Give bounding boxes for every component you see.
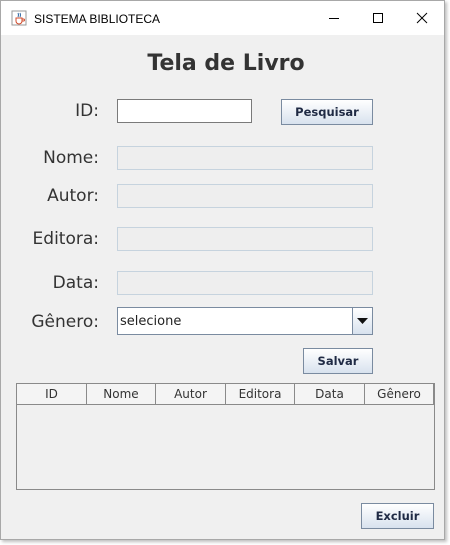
genero-select[interactable]: selecione: [117, 307, 373, 335]
nome-label: Nome:: [43, 148, 99, 168]
data-label: Data:: [52, 273, 99, 293]
page-title: Tela de Livro: [147, 51, 305, 76]
editora-input[interactable]: [117, 227, 373, 251]
main-window: SISTEMA BIBLIOTECA Tela de Livro ID: Pes…: [0, 0, 445, 540]
pesquisar-button[interactable]: Pesquisar: [281, 99, 373, 125]
excluir-button[interactable]: Excluir: [361, 503, 434, 529]
window-title: SISTEMA BIBLIOTECA: [34, 12, 161, 26]
minimize-icon: [329, 18, 339, 19]
id-input[interactable]: [117, 99, 252, 123]
chevron-down-icon: [357, 318, 368, 324]
table-header: ID Nome Autor Editora Data Gênero: [17, 384, 434, 405]
maximize-icon: [373, 13, 383, 23]
column-header-editora[interactable]: Editora: [226, 384, 295, 405]
genero-selected-value: selecione: [120, 314, 182, 329]
maximize-button[interactable]: [355, 1, 401, 35]
column-header-nome[interactable]: Nome: [87, 384, 156, 405]
editora-label: Editora:: [32, 229, 99, 249]
column-header-autor[interactable]: Autor: [156, 384, 226, 405]
title-bar[interactable]: SISTEMA BIBLIOTECA: [1, 1, 444, 35]
data-input[interactable]: [117, 271, 373, 295]
livros-table[interactable]: ID Nome Autor Editora Data Gênero: [16, 383, 435, 490]
nome-input[interactable]: [117, 146, 373, 170]
column-header-id[interactable]: ID: [17, 384, 87, 405]
close-icon: [416, 12, 428, 24]
minimize-button[interactable]: [311, 1, 357, 35]
salvar-button[interactable]: Salvar: [303, 348, 373, 374]
autor-label: Autor:: [47, 186, 99, 206]
column-header-genero[interactable]: Gênero: [365, 384, 434, 405]
genero-dropdown-button[interactable]: [352, 308, 372, 334]
id-label: ID:: [75, 101, 99, 121]
genero-label: Gênero:: [31, 312, 99, 332]
java-cup-icon: [11, 10, 27, 26]
autor-input[interactable]: [117, 184, 373, 208]
close-button[interactable]: [399, 1, 445, 35]
column-header-data[interactable]: Data: [295, 384, 365, 405]
